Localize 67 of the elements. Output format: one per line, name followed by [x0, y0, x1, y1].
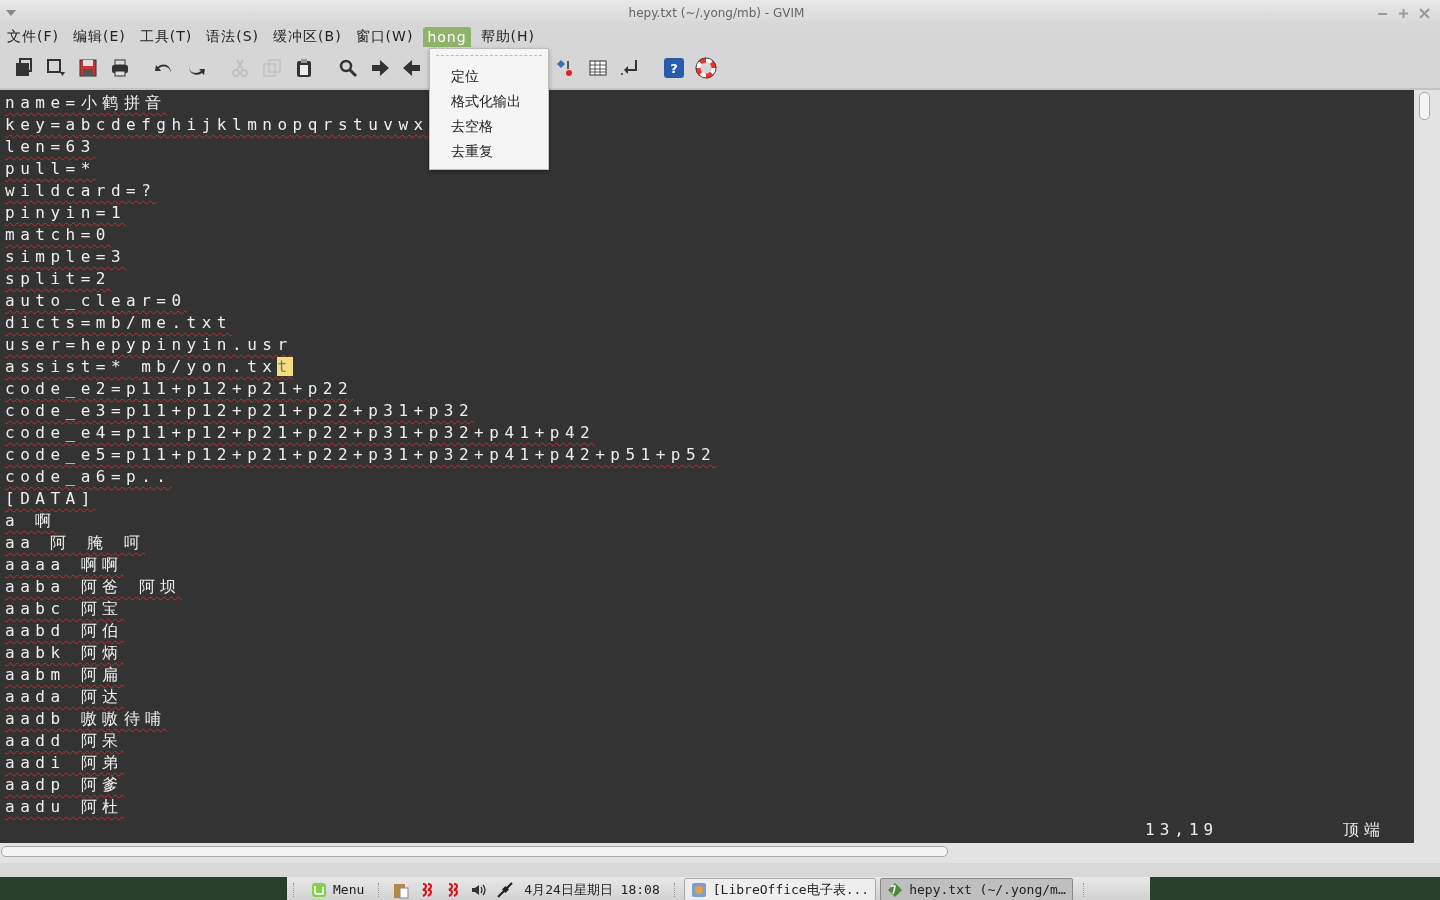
menu-item[interactable]: 帮助(H)	[476, 26, 540, 48]
back-icon[interactable]	[401, 57, 423, 79]
code-line: aadb 嗷嗷待哺	[5, 708, 167, 730]
window-title: hepy.txt (~/.yong/mb) - GVIM	[627, 6, 806, 20]
menu-item[interactable]: 格式化输出	[430, 90, 548, 115]
forward-icon[interactable]	[369, 57, 391, 79]
code-line: aabk 阿炳	[5, 642, 124, 664]
code-line: code_e5=p11+p12+p21+p22+p31+p32+p41+p42+p51+p52	[5, 444, 717, 466]
taskbar-window-button[interactable]: [LibreOffice电子表...	[683, 878, 877, 900]
code-line: aabc 阿宝	[5, 598, 124, 620]
cursor-position: 13,19	[1145, 819, 1219, 841]
network-plug-icon[interactable]	[496, 880, 515, 899]
code-line: wildcard=?	[5, 180, 157, 202]
scroll-position: 顶端	[1343, 819, 1385, 841]
help-icon[interactable]: ?	[663, 57, 685, 79]
code-line: code_a6=p..	[5, 466, 172, 488]
menu-item[interactable]: 窗口(W)	[351, 26, 418, 48]
code-line: key=abcdefghijklmnopqrstuvwx	[5, 114, 429, 136]
code-line: pinyin=1	[5, 202, 127, 224]
app-icon	[690, 881, 707, 898]
code-line: aada 阿达	[5, 686, 124, 708]
code-line: code_e4=p11+p12+p21+p22+p31+p32+p41+p42	[5, 422, 596, 444]
code-line: pull=*	[5, 158, 96, 180]
menu-item[interactable]: 编辑(E)	[69, 26, 130, 48]
save-icon[interactable]	[77, 57, 99, 79]
menu-item[interactable]: 工具(T)	[135, 26, 197, 48]
code-line: dicts=mb/me.txt	[5, 312, 232, 334]
code-line: split=2	[5, 268, 111, 290]
menu-item[interactable]: 去空格	[430, 115, 548, 140]
code-line: simple=3	[5, 246, 127, 268]
code-line: [DATA]	[5, 488, 96, 510]
code-line: aadu 阿杜	[5, 796, 124, 818]
code-line: a 啊	[5, 510, 57, 532]
app-icon	[887, 881, 904, 898]
code-line: aabd 阿伯	[5, 620, 124, 642]
code-line: aaba 阿爸 阿坝	[5, 576, 182, 598]
code-line: user=hepypinyin.usr	[5, 334, 293, 356]
text-cursor: t	[277, 357, 293, 376]
window-menu-icon[interactable]	[6, 9, 16, 17]
menu-button[interactable]: Menu	[303, 881, 373, 898]
clock[interactable]: 4月24日星期日 18:08	[524, 880, 660, 899]
lifebuoy-icon[interactable]	[695, 57, 717, 79]
code-line: len=63	[5, 136, 96, 158]
code-line: match=0	[5, 224, 111, 246]
menu-item[interactable]: 去重复	[430, 140, 548, 165]
code-line: aabm 阿扁	[5, 664, 124, 686]
table-icon[interactable]	[587, 57, 609, 79]
leaf-logo-icon	[311, 881, 327, 898]
code-line: name=小鹤拼音	[5, 92, 167, 114]
taskbar-window-button[interactable]: hepy.txt (~/.yong/m…	[880, 878, 1073, 900]
menu-item[interactable]: 定位	[430, 65, 548, 90]
code-line: code_e3=p11+p12+p21+p22+p31+p32	[5, 400, 475, 422]
code-line: aadp 阿爹	[5, 774, 124, 796]
scrollbar-thumb[interactable]	[1, 846, 948, 857]
code-line: code_e2=p11+p12+p21+p22	[5, 378, 354, 400]
menu-item[interactable]: 文件(F)	[3, 26, 63, 48]
code-line: assist=* mb/yon.tx t	[5, 356, 293, 378]
code-line: aaaa 啊啊	[5, 554, 124, 576]
find-icon[interactable]	[337, 57, 359, 79]
code-line: auto_clear=0	[5, 290, 187, 312]
menu-item[interactable]: 缓冲区(B)	[269, 26, 346, 48]
code-line: aadi 阿弟	[5, 752, 124, 774]
menu-item[interactable]: 语法(S)	[202, 26, 264, 48]
code-line: aadd 阿呆	[5, 730, 124, 752]
print-icon[interactable]	[109, 57, 131, 79]
scrollbar-thumb[interactable]	[1419, 92, 1430, 120]
code-line: aa 阿 腌 呵	[5, 532, 146, 554]
